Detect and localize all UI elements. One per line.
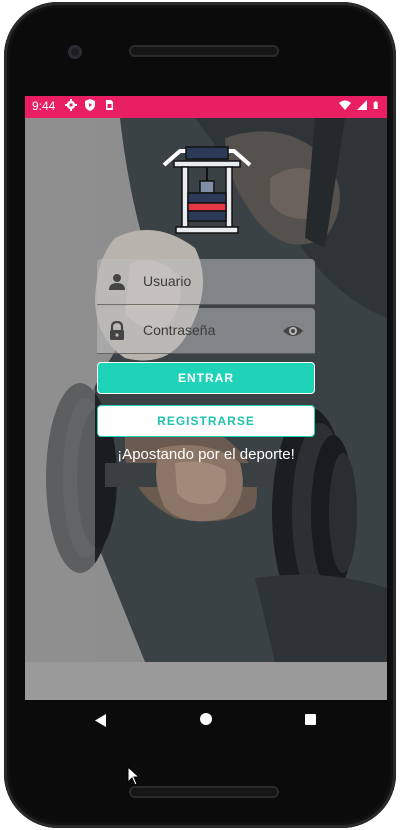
- username-placeholder: Usuario: [143, 273, 192, 289]
- lock-icon: [110, 321, 124, 340]
- recents-nav-icon[interactable]: [305, 714, 316, 725]
- bottom-panel: [25, 662, 387, 700]
- top-speaker: [129, 45, 279, 57]
- shield-play-icon: [85, 99, 95, 111]
- phone-frame: 9:44 Usuario Contraseña ENTRAR REGISTRAR…: [4, 2, 396, 828]
- back-nav-icon[interactable]: [95, 714, 107, 727]
- password-placeholder: Contraseña: [143, 322, 216, 338]
- sim-card-icon: [106, 100, 113, 110]
- register-button[interactable]: REGISTRARSE: [97, 405, 315, 437]
- system-nav-bar: [25, 700, 387, 742]
- gym-weight-machine-logo: [162, 146, 252, 234]
- app-screen: 9:44 Usuario Contraseña ENTRAR REGISTRAR…: [25, 96, 387, 700]
- person-icon: [109, 274, 125, 290]
- signal-icon: [357, 100, 367, 110]
- status-bar: 9:44: [25, 96, 387, 118]
- password-field[interactable]: Contraseña: [97, 308, 315, 354]
- bottom-speaker: [129, 786, 279, 798]
- home-nav-icon[interactable]: [200, 713, 212, 725]
- front-camera: [68, 45, 82, 59]
- username-field[interactable]: Usuario: [97, 259, 315, 305]
- battery-icon: [373, 101, 378, 109]
- toggle-password-visibility-icon[interactable]: [282, 322, 304, 340]
- mouse-cursor-icon: [127, 766, 141, 786]
- status-time: 9:44: [32, 99, 56, 113]
- wifi-icon: [339, 100, 351, 110]
- settings-icon: [65, 99, 77, 111]
- login-button[interactable]: ENTRAR: [97, 362, 315, 394]
- tagline-text: ¡Apostando por el deporte!: [117, 446, 295, 463]
